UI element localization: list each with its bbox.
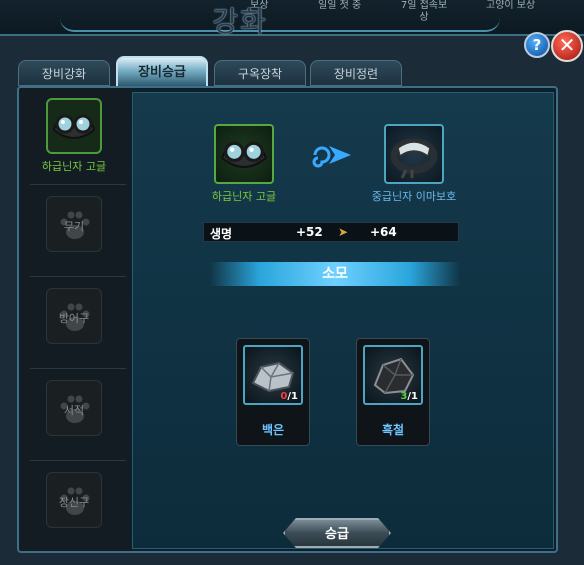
sidebar-item-label: 장신구 bbox=[58, 496, 90, 509]
sidebar-item-armor[interactable]: 방어구 bbox=[28, 280, 126, 368]
window-title: 강화 bbox=[212, 5, 268, 38]
stat-after: +64 bbox=[370, 225, 397, 239]
consume-header: 소모 bbox=[210, 262, 460, 286]
upgrade-button[interactable]: 승급 bbox=[283, 518, 391, 548]
top-menu-item[interactable]: 일일 첫 충 bbox=[318, 0, 361, 12]
upgrade-arrow-icon bbox=[312, 146, 351, 168]
stat-before: +52 bbox=[296, 225, 323, 239]
goggles-icon bbox=[52, 114, 96, 139]
goggles-icon bbox=[221, 141, 267, 168]
sidebar-item-label: 방어구 bbox=[58, 312, 90, 325]
material-name: 흑철 bbox=[381, 423, 405, 437]
tab-equipment-enhance[interactable]: 장비강화 bbox=[18, 60, 110, 86]
source-item-name: 하급닌자 고글 bbox=[211, 190, 277, 203]
source-item-slot[interactable] bbox=[214, 124, 274, 184]
sidebar-item-accessory[interactable]: 장신구 bbox=[28, 464, 126, 552]
close-button[interactable]: ✕ bbox=[551, 30, 583, 62]
target-item-slot[interactable] bbox=[384, 124, 444, 184]
stat-bar: 생명 +52 ➤ +64 bbox=[203, 222, 459, 242]
divider bbox=[30, 184, 126, 185]
headband-icon bbox=[390, 138, 438, 179]
stat-arrow-icon: ➤ bbox=[338, 225, 349, 239]
divider bbox=[30, 368, 126, 369]
material-count: 3/1 bbox=[400, 391, 418, 402]
tab-jade-equip[interactable]: 구옥장착 bbox=[214, 60, 306, 86]
material-name: 백은 bbox=[261, 423, 285, 437]
divider bbox=[30, 460, 126, 461]
material-slot: 0/1 bbox=[243, 345, 303, 405]
goggles-slot bbox=[46, 98, 102, 154]
sidebar-item-weapon[interactable]: 무기 bbox=[28, 188, 126, 276]
tab-equipment-upgrade[interactable]: 장비승급 bbox=[116, 56, 208, 88]
top-menu-item[interactable]: 고양이 보상 bbox=[486, 0, 535, 12]
help-button[interactable]: ? bbox=[524, 32, 550, 58]
target-item-name: 중급닌자 이마보호 bbox=[371, 190, 457, 203]
stat-label: 생명 bbox=[210, 227, 233, 241]
tab-equipment-refine[interactable]: 장비정련 bbox=[310, 60, 402, 86]
sidebar-item-label: 하급닌자 고글 bbox=[41, 160, 107, 173]
material-card-black-iron[interactable]: 3/1 흑철 bbox=[356, 338, 430, 446]
divider bbox=[30, 276, 126, 277]
sidebar-item-goggles[interactable]: 하급닌자 고글 bbox=[28, 90, 126, 178]
sidebar-item-label: 무기 bbox=[63, 220, 85, 233]
sidebar-item-book[interactable]: 서적 bbox=[28, 372, 126, 460]
material-card-silver[interactable]: 0/1 백은 bbox=[236, 338, 310, 446]
material-count: 0/1 bbox=[280, 391, 298, 402]
sidebar-item-label: 서적 bbox=[63, 404, 85, 417]
material-slot: 3/1 bbox=[363, 345, 423, 405]
